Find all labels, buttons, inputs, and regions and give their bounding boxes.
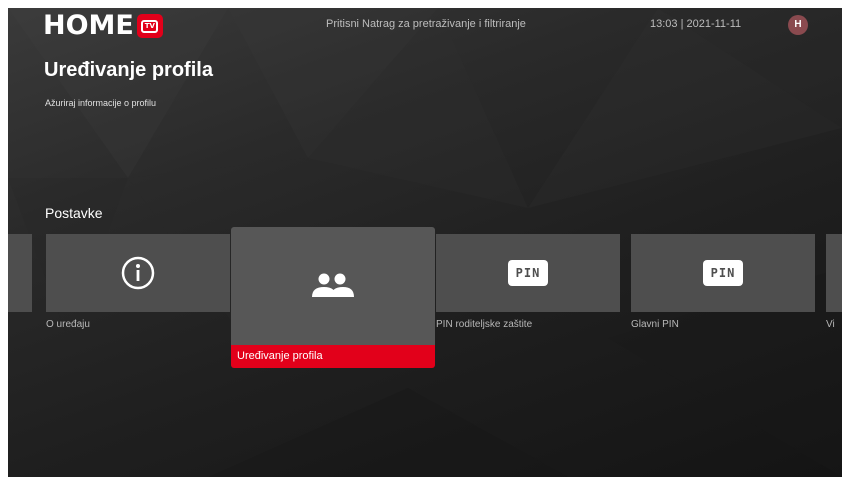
card-tile [8,234,32,312]
card-label: Uređivanje profila [231,345,435,368]
card-label: O uređaju [46,319,90,330]
card-tile: PIN [631,234,815,312]
card-tile [826,234,842,312]
settings-card-parental-pin[interactable]: PIN PIN roditeljske zaštite [436,234,620,330]
tv-badge-icon: TV [136,14,163,38]
card-tile [46,234,230,312]
card-label: Vi [826,319,835,330]
pin-icon: PIN [508,260,548,286]
settings-card-main-pin[interactable]: PIN Glavni PIN [631,234,815,330]
logo-badge-text: TV [141,19,159,33]
card-label: Glavni PIN [631,319,679,330]
clock-date: 13:03 | 2021-11-11 [650,18,742,30]
users-icon [312,273,354,297]
page-subtitle: Ažuriraj informacije o profilu [45,98,157,108]
top-bar: HOME TV Pritisni Natrag za pretraživanje… [8,8,842,42]
profile-avatar[interactable]: H [788,15,808,35]
card-tile [231,227,435,345]
settings-card-partial-right[interactable]: Vi [826,234,842,330]
card-label: PIN roditeljske zaštite [436,319,533,330]
settings-card-about-device[interactable]: O uređaju [46,234,230,330]
settings-card-partial-left[interactable] [8,234,32,319]
tv-screen: HOME TV Pritisni Natrag za pretraživanje… [8,8,842,477]
info-icon [121,256,155,290]
page-title: Uređivanje profila [44,59,213,81]
pin-icon: PIN [703,260,743,286]
card-tile: PIN [436,234,620,312]
section-title: Postavke [45,205,103,221]
home-tv-logo: HOME TV [43,12,163,40]
logo-text: HOME [43,10,134,41]
settings-card-edit-profile[interactable]: Uređivanje profila [231,227,435,368]
back-hint: Pritisni Natrag za pretraživanje i filtr… [326,18,526,30]
